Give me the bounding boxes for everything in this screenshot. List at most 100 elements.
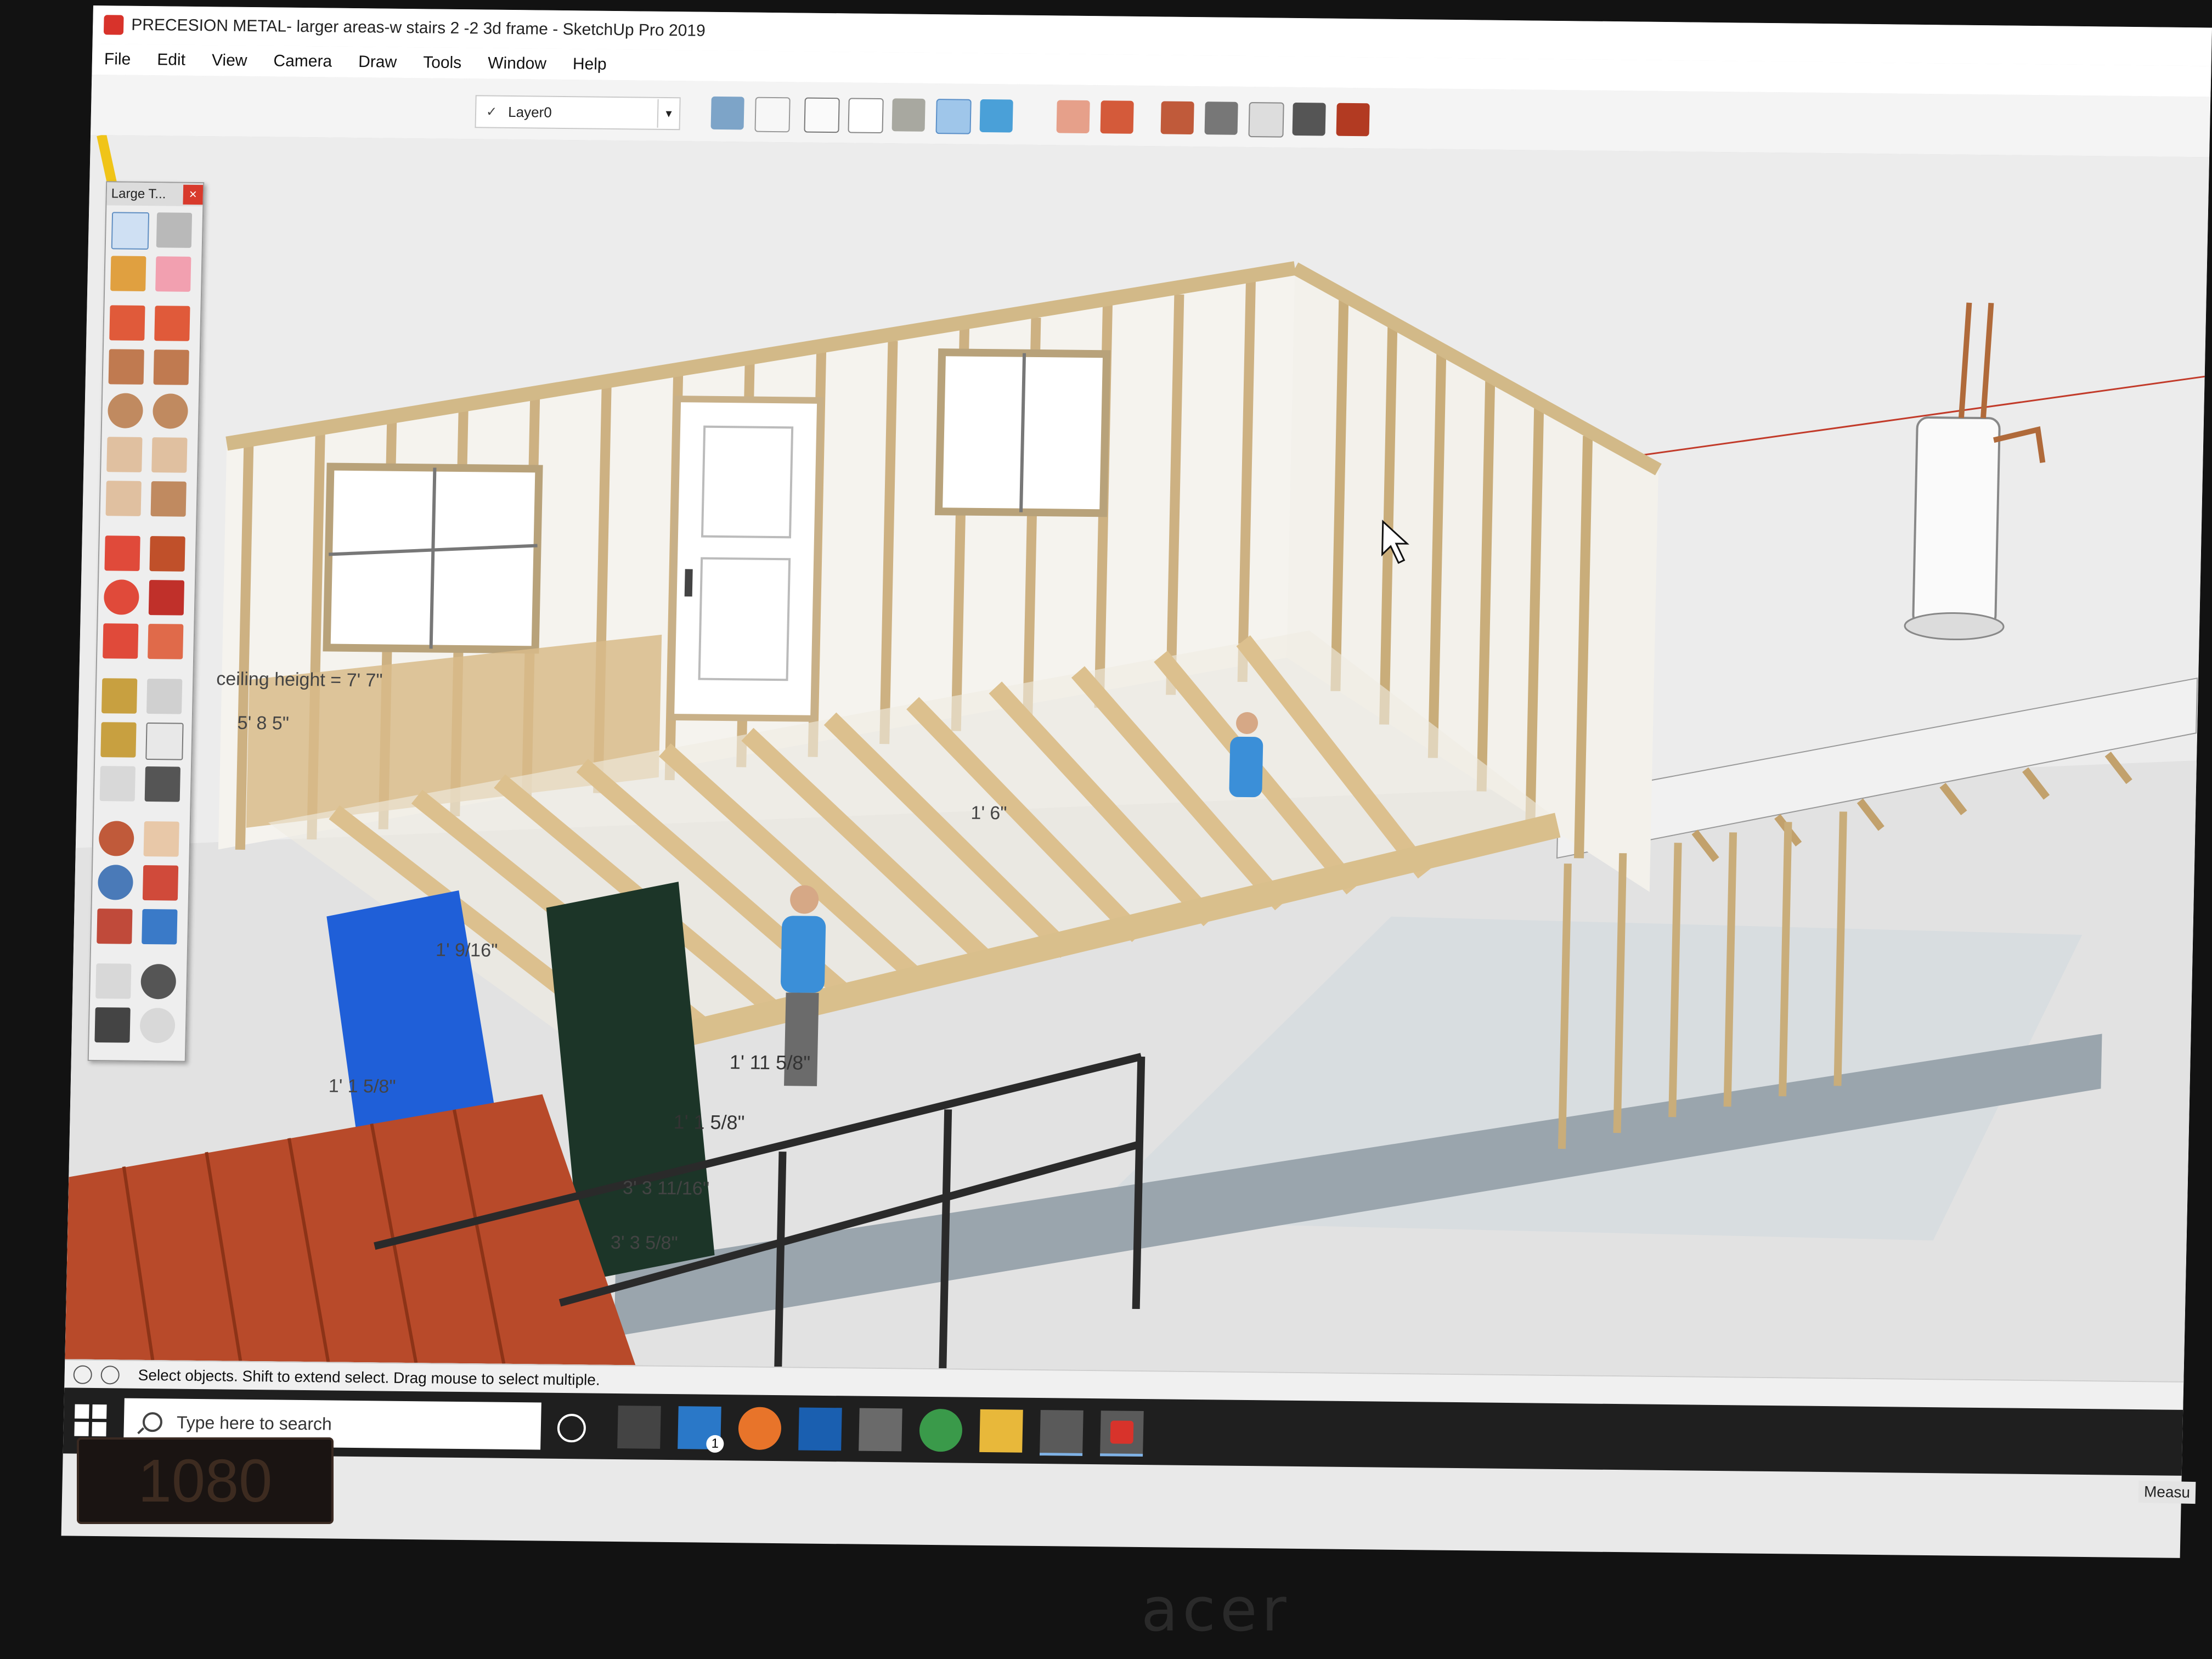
freehand-icon[interactable] <box>154 306 190 341</box>
menu-draw[interactable]: Draw <box>358 53 397 72</box>
arc-icon[interactable] <box>106 437 143 472</box>
info-icon[interactable] <box>100 1365 120 1385</box>
orbit-icon[interactable] <box>98 821 134 856</box>
fullhd-sticker: 1080 <box>77 1437 334 1524</box>
app-icon[interactable] <box>798 1407 842 1451</box>
dimension-label: 5' 8 5" <box>237 713 289 734</box>
menu-window[interactable]: Window <box>488 54 546 74</box>
zoom-extents-icon[interactable] <box>97 909 133 944</box>
pie-icon[interactable] <box>150 481 187 517</box>
monitor-brand-logo: acer <box>1141 1575 1291 1645</box>
3d-warehouse-icon[interactable] <box>1160 101 1194 135</box>
two-point-arc-icon[interactable] <box>151 437 188 473</box>
menu-file[interactable]: File <box>104 50 131 69</box>
dimension-label: 1' 6" <box>970 803 1007 824</box>
status-text: Select objects. Shift to extend select. … <box>138 1366 601 1389</box>
tape-measure-icon[interactable] <box>101 678 138 714</box>
dimension-icon[interactable] <box>146 679 183 714</box>
store-icon[interactable] <box>859 1408 902 1452</box>
follow-me-icon[interactable] <box>148 580 185 616</box>
circle-icon[interactable] <box>107 393 144 428</box>
sandbox-from-contours-icon[interactable] <box>1056 100 1090 134</box>
dimension-label: 1' 9/16" <box>436 940 498 961</box>
menu-edit[interactable]: Edit <box>157 50 185 70</box>
walk-icon[interactable] <box>94 1007 131 1043</box>
mail-icon[interactable]: 1 <box>678 1406 724 1453</box>
position-camera-icon[interactable] <box>95 963 132 999</box>
geo-location-icon[interactable] <box>73 1365 93 1384</box>
select-icon[interactable] <box>111 212 150 250</box>
rotate-icon[interactable] <box>103 579 140 615</box>
look-around-icon[interactable] <box>140 963 177 1000</box>
menu-view[interactable]: View <box>212 51 247 70</box>
windows-start-icon[interactable] <box>74 1404 108 1438</box>
task-view-icon[interactable] <box>617 1406 661 1449</box>
red-axis <box>1620 375 2205 459</box>
wireframe-style-icon[interactable] <box>804 97 840 133</box>
sketchup-window: PRECESION METAL- larger areas-w stairs 2… <box>61 5 2212 1558</box>
dimension-label: 3' 3 5/8" <box>611 1232 678 1254</box>
push-pull-icon[interactable] <box>149 536 185 572</box>
file-explorer-icon[interactable] <box>979 1409 1023 1453</box>
monochrome-style-icon[interactable] <box>979 99 1013 133</box>
axes-icon[interactable] <box>99 766 136 802</box>
3d-text-icon[interactable] <box>144 766 180 802</box>
sandbox-from-scratch-icon[interactable] <box>1100 100 1134 134</box>
dimension-label: 1' 1 5/8" <box>328 1075 396 1097</box>
rectangle-icon[interactable] <box>108 349 144 385</box>
dimension-label: 3' 3 11/16" <box>623 1177 710 1199</box>
close-icon[interactable]: × <box>183 184 204 205</box>
section-plane-icon[interactable] <box>139 1007 176 1043</box>
menu-help[interactable]: Help <box>573 55 607 74</box>
pan-icon[interactable] <box>143 821 179 857</box>
paint-bucket-icon[interactable] <box>110 256 146 291</box>
polygon-icon[interactable] <box>152 393 189 429</box>
line-icon[interactable] <box>109 305 145 341</box>
xray-style-icon[interactable] <box>710 96 744 130</box>
shaded-with-textures-icon[interactable] <box>935 99 972 134</box>
make-component-icon[interactable] <box>156 212 193 248</box>
protractor-icon[interactable] <box>100 722 137 758</box>
tools-panel-header[interactable]: Large T... × <box>106 182 204 207</box>
firefox-icon[interactable] <box>738 1407 782 1451</box>
eraser-icon[interactable] <box>155 256 191 292</box>
layer-checkmark-icon: ✓ <box>486 104 498 120</box>
menu-tools[interactable]: Tools <box>423 53 462 72</box>
scale-icon[interactable] <box>103 623 139 659</box>
zoom-icon[interactable] <box>97 865 134 900</box>
mail-badge: 1 <box>706 1435 724 1453</box>
water-heater <box>1912 416 2001 628</box>
dimension-label: ceiling height = 7' 7" <box>216 668 383 691</box>
back-edges-style-icon[interactable] <box>754 97 791 133</box>
shaded-style-icon[interactable] <box>891 98 926 132</box>
layer-name: Layer0 <box>507 103 552 121</box>
rotated-rectangle-icon[interactable] <box>153 349 189 385</box>
text-icon[interactable] <box>145 723 184 760</box>
layer-dropdown[interactable]: ✓ Layer0 ▾ <box>475 95 681 131</box>
model-drawing: ceiling height = 7' 7" 5' 8 5" 1' 6" 1' … <box>65 134 2205 1381</box>
three-point-arc-icon[interactable] <box>105 481 142 516</box>
hidden-line-style-icon[interactable] <box>848 98 884 134</box>
chrome-icon[interactable] <box>919 1408 963 1452</box>
dimension-label: 1' 1 5/8" <box>673 1110 745 1133</box>
layout-icon[interactable] <box>1292 102 1326 136</box>
menu-camera[interactable]: Camera <box>273 52 332 71</box>
search-placeholder: Type here to search <box>176 1412 332 1434</box>
measurements-box-label: Measu <box>2138 1480 2196 1504</box>
dimension-label: 1' 11 5/8" <box>729 1051 810 1074</box>
sketchup-logo-icon <box>103 15 124 35</box>
previous-view-icon[interactable] <box>142 909 178 945</box>
sketchup-icon[interactable] <box>1100 1410 1144 1457</box>
model-viewport[interactable]: ceiling height = 7' 7" 5' 8 5" 1' 6" 1' … <box>65 134 2210 1381</box>
share-model-icon[interactable] <box>1204 101 1238 135</box>
chevron-down-icon[interactable]: ▾ <box>657 99 680 128</box>
monitor-bezel: PRECESION METAL- larger areas-w stairs 2… <box>0 0 2212 1659</box>
move-icon[interactable] <box>104 535 140 571</box>
large-tool-set-panel: Large T... × <box>87 181 205 1062</box>
extension-warehouse-icon[interactable] <box>1248 102 1284 138</box>
offset-icon[interactable] <box>148 624 184 659</box>
zoom-window-icon[interactable] <box>142 865 179 901</box>
extension-manager-icon[interactable] <box>1336 103 1370 137</box>
firefox-alt-icon[interactable] <box>1040 1410 1084 1456</box>
cortana-icon[interactable] <box>557 1413 586 1443</box>
